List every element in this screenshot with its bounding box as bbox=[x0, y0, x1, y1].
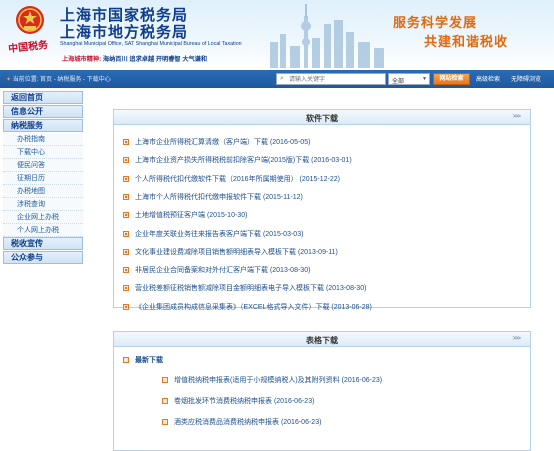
document-icon bbox=[123, 193, 129, 200]
form-more-link[interactable]: >>> bbox=[512, 336, 520, 342]
document-icon bbox=[123, 357, 129, 363]
form-download-panel: 表格下载 >>> 最新下载 增值税纳税申报表(适用于小规模纳税人)及其附列资料 … bbox=[113, 331, 531, 451]
software-download-text: 土地增值税预征客户端 (2015-10-30) bbox=[135, 212, 248, 220]
document-icon bbox=[123, 212, 129, 219]
site-header: 中国税务 上海市国家税务局 上海市地方税务局 Shanghai Municipa… bbox=[0, 0, 554, 70]
location-pin-icon: ✦ bbox=[6, 77, 12, 83]
software-download-link[interactable]: 上海市企业所得税汇算清缴（客户端）下载 (2016-05-05) bbox=[123, 137, 310, 147]
document-icon bbox=[123, 157, 129, 164]
sidebar-item[interactable]: 涉税查询 bbox=[3, 198, 83, 211]
software-download-link[interactable]: 营业税差额征税销售额减除项目金额明细表电子导入模板下载 (2013-08-30) bbox=[123, 283, 366, 293]
national-emblem-icon bbox=[16, 6, 44, 34]
document-icon bbox=[162, 377, 168, 383]
software-download-text: 非居民企业合同备案和对外付汇客户端下载 (2013-08-30) bbox=[135, 267, 311, 275]
software-download-link[interactable]: 土地增值税预征客户端 (2015-10-30) bbox=[123, 210, 247, 220]
form-download-link[interactable]: 酒类应税消费品消费税纳税申报表 (2016-06-23) bbox=[162, 417, 321, 427]
software-download-link[interactable]: 《企业集团成员构成信息采集表》（EXCEL格式导入文件）下载 (2013-06-… bbox=[123, 302, 372, 312]
software-download-text: 上海市企业所得税汇算清缴（客户端）下载 (2016-05-05) bbox=[135, 139, 311, 146]
site-title-local: 上海市地方税务局 bbox=[60, 24, 189, 41]
sidebar-item[interactable]: 办税指南 bbox=[3, 133, 83, 146]
software-download-link[interactable]: 非居民企业合同备案和对外付汇客户端下载 (2013-08-30) bbox=[123, 265, 310, 275]
software-download-text: 文化事业建设费减除项目销售额明细表导入模板下载 (2013-09-11) bbox=[135, 248, 338, 256]
software-download-link[interactable]: 企业年度关联业务往来报告表客户端下载 (2015-03-03) bbox=[123, 229, 303, 239]
newest-downloads-heading: 最新下载 bbox=[123, 355, 163, 365]
sidebar-item[interactable]: 公众参与 bbox=[3, 251, 83, 264]
document-icon bbox=[123, 303, 129, 310]
city-spirit-text: 海纳百川 追求卓越 开明睿智 大气谦和 bbox=[102, 56, 208, 63]
sidebar-item[interactable]: 纳税服务 bbox=[3, 119, 83, 132]
form-download-link[interactable]: 增值税纳税申报表(适用于小规模纳税人)及其附列资料 (2016-06-23) bbox=[162, 375, 382, 385]
document-icon bbox=[123, 267, 129, 274]
slogan-line2: 共建和谐税收 bbox=[424, 34, 509, 49]
search-button[interactable]: 网站检索 bbox=[433, 73, 470, 85]
city-skyline-image bbox=[270, 4, 384, 68]
sidebar-item[interactable]: 征期日历 bbox=[3, 172, 83, 185]
slogan-line1: 服务科学发展 bbox=[393, 15, 478, 30]
site-title-english: Shanghai Municipal Office, SAT Shanghai … bbox=[60, 41, 242, 47]
accessibility-link[interactable]: 无障碍浏览 bbox=[511, 74, 541, 83]
chevron-down-icon: ▼ bbox=[422, 76, 427, 82]
sidebar-item[interactable]: 返回首页 bbox=[3, 91, 83, 104]
software-download-text: 企业年度关联业务往来报告表客户端下载 (2015-03-03) bbox=[135, 230, 304, 238]
city-spirit-label: 上海城市精神: bbox=[62, 56, 102, 63]
document-icon bbox=[162, 398, 168, 404]
software-download-panel: 软件下载 >>> 上海市企业所得税汇算清缴（客户端）下载 (2016-05-05… bbox=[113, 109, 531, 311]
form-panel-header: 表格下载 >>> bbox=[114, 332, 530, 347]
form-download-text: 增值税纳税申报表(适用于小规模纳税人)及其附列资料 (2016-06-23) bbox=[174, 377, 383, 384]
search-icon: ⌕ bbox=[280, 75, 284, 82]
software-more-link[interactable]: >>> bbox=[512, 114, 520, 120]
newest-downloads-label: 最新下载 bbox=[135, 357, 163, 364]
sidebar-item[interactable]: 办税地图 bbox=[3, 185, 83, 198]
software-panel-header: 软件下载 >>> bbox=[114, 110, 530, 125]
software-download-link[interactable]: 上海市企业资产损失所得税税前扣除客户端(2015版)下载 (2016-03-01… bbox=[123, 155, 352, 165]
advanced-search-link[interactable]: 高级检索 bbox=[476, 74, 500, 83]
software-download-link[interactable]: 上海市个人所得税代扣代缴申报软件下载 (2015-11-12) bbox=[123, 192, 303, 202]
form-download-text: 酒类应税消费品消费税纳税申报表 (2016-06-23) bbox=[174, 419, 322, 426]
document-icon bbox=[123, 248, 129, 255]
sidebar-item[interactable]: 企业网上办税 bbox=[3, 211, 83, 224]
document-icon bbox=[123, 175, 129, 182]
city-spirit: 上海城市精神: 海纳百川 追求卓越 开明睿智 大气谦和 bbox=[62, 54, 207, 63]
sidebar-item[interactable]: 税收宣传 bbox=[3, 237, 83, 250]
software-panel-title: 软件下载 bbox=[306, 114, 338, 123]
form-download-text: 卷烟批发环节消费税纳税申报表 (2016-06-23) bbox=[174, 398, 315, 405]
sidebar-nav: 返回首页 信息公开 纳税服务 办税指南 下载中心 便民问答 征期日历 办税地图 涉税查询 企业网上… bbox=[3, 91, 83, 265]
sidebar-item[interactable]: 信息公开 bbox=[3, 105, 83, 118]
document-icon bbox=[162, 419, 168, 425]
search-input[interactable] bbox=[289, 75, 383, 84]
document-icon bbox=[123, 139, 129, 145]
software-download-text: 个人所得税代扣代缴软件下载（2016年所属期使用） (2015-12-22) bbox=[135, 175, 340, 183]
search-scope-select[interactable]: 全部 ▼ bbox=[388, 73, 430, 85]
software-download-text: 上海市企业资产损失所得税税前扣除客户端(2015版)下载 (2016-03-01… bbox=[135, 157, 352, 165]
breadcrumb-text[interactable]: 当前位置: 首页 - 纳税服务 - 下载中心 bbox=[13, 77, 111, 83]
software-download-link[interactable]: 文化事业建设费减除项目销售额明细表导入模板下载 (2013-09-11) bbox=[123, 247, 338, 257]
tax-seal-logo: 中国税务 bbox=[7, 39, 49, 56]
sidebar-item[interactable]: 下载中心 bbox=[3, 146, 83, 159]
search-box: ⌕ bbox=[276, 73, 386, 85]
software-download-text: 营业税差额征税销售额减除项目金额明细表电子导入模板下载 (2013-08-30) bbox=[135, 285, 367, 293]
software-download-text: 上海市个人所得税代扣代缴申报软件下载 (2015-11-12) bbox=[135, 193, 303, 201]
sidebar-item[interactable]: 便民问答 bbox=[3, 159, 83, 172]
sidebar-item[interactable]: 个人网上办税 bbox=[3, 224, 83, 237]
software-download-link[interactable]: 个人所得税代扣代缴软件下载（2016年所属期使用） (2015-12-22) bbox=[123, 174, 340, 184]
breadcrumb: ✦ 当前位置: 首页 - 纳税服务 - 下载中心 bbox=[6, 74, 111, 83]
document-icon bbox=[123, 230, 129, 237]
search-scope-value: 全部 bbox=[392, 79, 405, 85]
form-panel-title: 表格下载 bbox=[306, 336, 338, 345]
form-download-link[interactable]: 卷烟批发环节消费税纳税申报表 (2016-06-23) bbox=[162, 396, 314, 406]
software-download-text: 《企业集团成员构成信息采集表》（EXCEL格式导入文件）下载 (2013-06-… bbox=[135, 303, 372, 311]
document-icon bbox=[123, 285, 129, 292]
toolbar: ✦ 当前位置: 首页 - 纳税服务 - 下载中心 ⌕ 全部 ▼ 网站检索 高级检索… bbox=[0, 70, 554, 88]
